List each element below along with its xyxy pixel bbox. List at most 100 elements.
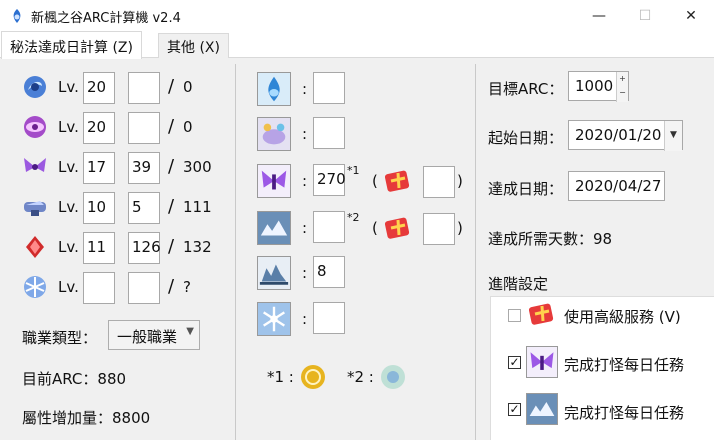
- close-button[interactable]: ✕: [668, 0, 714, 31]
- arcana-daily-icon: [257, 211, 291, 245]
- symbol-level-input[interactable]: 11: [83, 232, 115, 264]
- colon: :: [302, 80, 308, 98]
- symbol-max-value: 0: [183, 78, 193, 96]
- symbol-max-value: 0: [183, 118, 193, 136]
- gold-coin-icon: [298, 362, 328, 392]
- paren-open: (: [372, 172, 378, 190]
- morass-daily-icon: [257, 256, 291, 290]
- symbol-lv-label: Lv.: [58, 158, 79, 176]
- symbol-count-input[interactable]: 39: [128, 152, 160, 184]
- tab-bar: 秘法達成日計算 (Z) 其他 (X): [0, 31, 714, 59]
- footnote-1-label: *1 :: [267, 368, 294, 386]
- chevron-down-icon: ▼: [186, 326, 194, 337]
- paren-open: (: [372, 219, 378, 237]
- symbol-lv-label: Lv.: [58, 238, 79, 256]
- vanishing-journey-daily-icon: [257, 72, 291, 106]
- symbol-max-value: 300: [183, 158, 212, 176]
- gift-coupon-icon: [383, 166, 413, 196]
- window-title: 新楓之谷ARC計算機 v2.4: [31, 11, 181, 26]
- chu-chu-daily-icon: [257, 117, 291, 151]
- days-needed-value: 98: [593, 230, 613, 248]
- start-date-value: 2020/01/20: [575, 126, 662, 144]
- symbol-count-input[interactable]: [128, 112, 160, 144]
- slash: /: [168, 236, 175, 257]
- slash: /: [168, 276, 175, 297]
- target-arc-value: 1000: [575, 77, 614, 95]
- lachelein-daily-icon: [257, 164, 291, 198]
- symbol-max-value: ?: [183, 278, 191, 296]
- slash: /: [168, 76, 175, 97]
- symbol-count-input[interactable]: 5: [128, 192, 160, 224]
- lachelein-daily-label[interactable]: 完成打怪每日任務: [564, 354, 684, 375]
- extra-count-input[interactable]: [423, 166, 455, 198]
- slash: /: [168, 156, 175, 177]
- chu-chu-island-symbol-icon: [20, 112, 50, 142]
- daily-count-input[interactable]: [313, 302, 345, 334]
- app-icon: [9, 8, 25, 24]
- stat-increase-label: 屬性增加量：8800: [22, 409, 151, 427]
- slash: /: [168, 196, 175, 217]
- symbol-level-input[interactable]: [83, 272, 115, 304]
- daily-count-input[interactable]: [313, 72, 345, 104]
- advanced-settings-title: 進階設定: [488, 275, 549, 293]
- gift-coupon-icon: [383, 213, 413, 243]
- maximize-button[interactable]: ☐: [622, 0, 668, 31]
- footnote-mark: *2: [347, 211, 360, 224]
- symbol-level-input[interactable]: 20: [83, 112, 115, 144]
- daily-count-input[interactable]: 270: [313, 164, 346, 196]
- premium-service-label[interactable]: 使用高級服務 (V): [564, 306, 681, 327]
- target-arc-stepper[interactable]: 1000 + −: [568, 71, 629, 102]
- vanishing-journey-symbol-icon: [20, 72, 50, 102]
- colon: :: [302, 172, 308, 190]
- symbol-level-input[interactable]: 17: [83, 152, 115, 184]
- days-needed-label: 達成所需天數：98: [488, 230, 613, 248]
- lachelein-daily-checkbox[interactable]: ✓: [508, 356, 521, 369]
- gift-coupon-icon: [527, 299, 557, 329]
- morass-symbol-icon: [20, 232, 50, 262]
- tab-arc-calc[interactable]: 秘法達成日計算 (Z): [1, 31, 142, 59]
- start-date-picker[interactable]: 2020/01/20 ▼: [568, 120, 683, 151]
- symbol-count-input[interactable]: [128, 72, 160, 104]
- symbol-level-input[interactable]: 10: [83, 192, 115, 224]
- daily-count-input[interactable]: 8: [313, 256, 345, 288]
- paren-close: ): [457, 219, 463, 237]
- symbol-level-input[interactable]: 20: [83, 72, 115, 104]
- symbol-max-value: 111: [183, 198, 212, 216]
- column-divider-right: [475, 64, 476, 440]
- lachelein-symbol-icon: [20, 152, 50, 182]
- paren-close: ): [457, 172, 463, 190]
- daily-count-input[interactable]: [313, 117, 345, 149]
- minimize-button[interactable]: —: [576, 0, 622, 31]
- done-date-label: 達成日期：: [488, 180, 564, 198]
- esfera-symbol-icon: [20, 272, 50, 302]
- column-divider-left: [235, 64, 236, 440]
- slash: /: [168, 116, 175, 137]
- symbol-count-input[interactable]: [128, 272, 160, 304]
- extra-count-input[interactable]: [423, 213, 455, 245]
- green-orb-icon: [378, 362, 408, 392]
- esfera-daily-icon: [257, 302, 291, 336]
- stat-increase-value: 8800: [112, 409, 151, 427]
- daily-count-input[interactable]: [313, 211, 345, 243]
- symbol-lv-label: Lv.: [58, 78, 79, 96]
- arcana-daily-checkbox[interactable]: ✓: [508, 403, 521, 416]
- current-arc-label: 目前ARC：880: [22, 370, 127, 388]
- tab-other[interactable]: 其他 (X): [158, 33, 229, 58]
- symbol-count-input[interactable]: 126: [128, 232, 161, 264]
- stepper-arrows[interactable]: + −: [616, 72, 628, 102]
- job-type-label: 職業類型：: [22, 329, 98, 347]
- premium-service-checkbox[interactable]: [508, 309, 521, 322]
- symbol-max-value: 132: [183, 238, 212, 256]
- colon: :: [302, 125, 308, 143]
- done-date-field[interactable]: 2020/04/27: [568, 171, 665, 201]
- arcana-daily-label[interactable]: 完成打怪每日任務: [564, 402, 684, 423]
- job-type-value: 一般職業: [117, 328, 178, 346]
- chevron-down-icon[interactable]: ▼: [664, 121, 682, 151]
- symbol-lv-label: Lv.: [58, 198, 79, 216]
- symbol-lv-label: Lv.: [58, 278, 79, 296]
- colon: :: [302, 264, 308, 282]
- arcana-daily-icon: [526, 393, 558, 425]
- footnote-mark: *1: [347, 164, 360, 177]
- title-bar: 新楓之谷ARC計算機 v2.4 — ☐ ✕: [0, 0, 714, 31]
- job-type-select[interactable]: 一般職業 ▼: [108, 320, 200, 350]
